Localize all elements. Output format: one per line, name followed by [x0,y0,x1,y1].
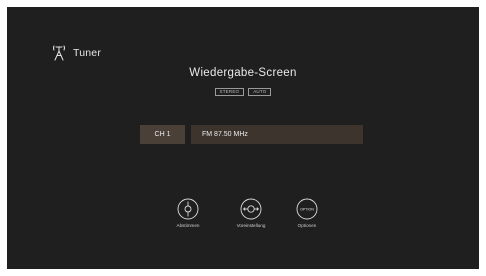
signal-badges: STEREO AUTO [7,88,479,96]
playback-screen: Tuner Wiedergabe-Screen STEREO AUTO CH 1… [7,7,479,269]
options-button[interactable]: OPTION Optionen [277,198,337,228]
tune-button[interactable]: Abstimmen [158,198,218,228]
source-label: Tuner [73,47,102,59]
auto-badge: AUTO [248,88,272,96]
stereo-badge: STEREO [214,88,245,96]
preset-button[interactable]: Voreinstellung [221,198,281,228]
screen-title: Wiedergabe-Screen [189,67,297,79]
tuning-icon [177,198,199,220]
channel-display: CH 1 [140,125,185,144]
option-icon-glyph: OPTION [300,207,314,211]
antenna-icon [53,45,65,61]
preset-button-label: Voreinstellung [236,223,266,228]
option-icon: OPTION [296,198,318,220]
frequency-display: FM 87.50 MHz [191,125,363,144]
preset-icon [240,198,262,220]
tune-button-label: Abstimmen [176,223,200,228]
options-button-label: Optionen [297,223,317,228]
source-indicator: Tuner [52,45,101,61]
